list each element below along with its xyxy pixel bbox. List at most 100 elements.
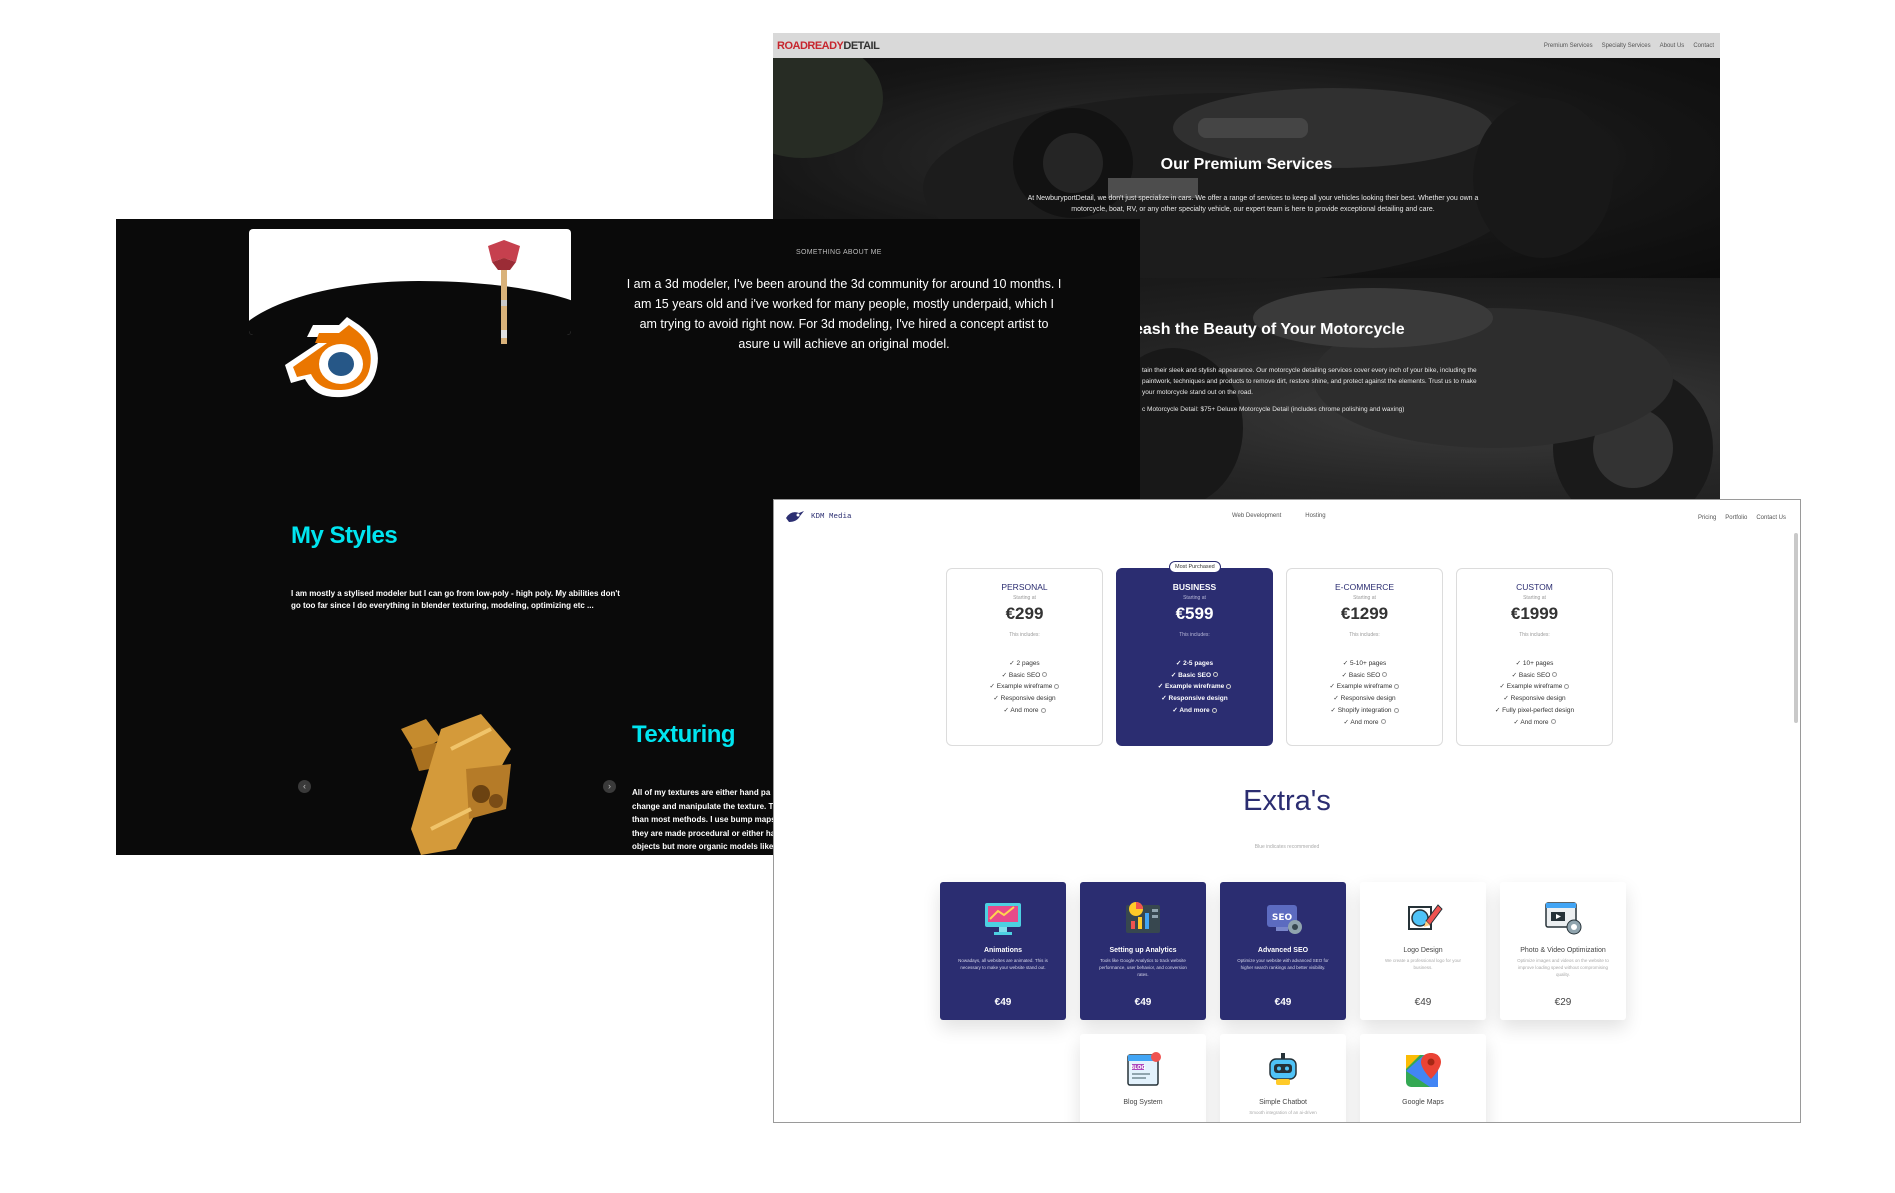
- svg-text:SEO: SEO: [1272, 913, 1293, 923]
- plan-includes-label: This includes:: [1179, 632, 1210, 638]
- extra-card-animations[interactable]: Animations Nowadays, all websites are an…: [940, 882, 1066, 1020]
- plan-feature: ✓ 2-5 pages: [1175, 660, 1214, 667]
- plan-includes-label: This includes:: [1519, 632, 1550, 638]
- extra-name: Google Maps: [1402, 1099, 1444, 1106]
- plan-feature: ✓ Basic SEO: [1457, 670, 1612, 682]
- seo-gear-icon: SEO: [1267, 905, 1302, 934]
- nav-pricing[interactable]: Pricing: [1698, 515, 1716, 521]
- texturing-line: change and manipulate the texture. The: [632, 801, 783, 811]
- nav-contact-us[interactable]: Contact Us: [1756, 515, 1786, 521]
- nav-specialty-services[interactable]: Specialty Services: [1602, 43, 1651, 49]
- plan-feature: ✓ Example wireframe: [1287, 681, 1442, 693]
- plan-feature: ✓ Basic SEO: [947, 670, 1102, 682]
- info-icon[interactable]: [1564, 684, 1570, 690]
- nav-hosting[interactable]: Hosting: [1305, 513, 1325, 519]
- nav-center-links: Web Development Hosting: [1232, 513, 1326, 519]
- logo-part-red: ROADREADY: [777, 39, 844, 52]
- wooden-model-render: [401, 714, 511, 855]
- plan-includes-label: This includes:: [1009, 632, 1040, 638]
- brand-logo[interactable]: ROADREADYDETAIL: [777, 39, 880, 52]
- plan-name: PERSONAL: [1001, 582, 1048, 592]
- info-icon[interactable]: [1380, 719, 1386, 725]
- blender-logo-icon: [285, 317, 378, 398]
- texturing-heading: Texturing: [632, 721, 736, 748]
- extra-card-advanced-seo[interactable]: SEO Advanced SEO Optimize your website w…: [1220, 882, 1346, 1020]
- info-icon[interactable]: [1054, 684, 1060, 690]
- plan-includes-label: This includes:: [1349, 632, 1380, 638]
- brand-logo[interactable]: KDM Media: [785, 510, 852, 524]
- extra-card-analytics[interactable]: Setting up Analytics Tools like Google A…: [1080, 882, 1206, 1020]
- info-icon[interactable]: [1040, 707, 1046, 713]
- extra-name: Animations: [983, 947, 1023, 954]
- info-icon[interactable]: [1211, 707, 1217, 713]
- extra-card-logo-design[interactable]: Logo Design We create a professional log…: [1360, 882, 1486, 1020]
- texturing-line: than most methods. I use bump maps: [632, 815, 776, 824]
- screenshot-collage: ROADREADYDETAIL Premium Services Special…: [0, 0, 1895, 1193]
- plan-price: €1999: [1510, 604, 1559, 623]
- plan-card-business[interactable]: Most Purchased BUSINESS Starting at €599…: [1116, 561, 1273, 746]
- extra-description: We create a professional logo for your b…: [1385, 958, 1461, 970]
- extra-card-simple-chatbot[interactable]: Simple Chatbot Smooth integration of an …: [1220, 1034, 1346, 1122]
- plan-from-label: Starting at: [1013, 595, 1036, 601]
- plan-feature: ✓ Responsive design: [993, 695, 1056, 703]
- kdm-logo-icon: [786, 511, 804, 522]
- extras-subtitle: Blue indicates recommended: [1254, 844, 1320, 850]
- texturing-line: All of my textures are either hand pa: [632, 788, 771, 797]
- nav-portfolio[interactable]: Portfolio: [1725, 515, 1747, 521]
- plan-feature: ✓ And more: [1457, 717, 1612, 729]
- nav-web-development[interactable]: Web Development: [1232, 513, 1281, 519]
- info-icon[interactable]: [1394, 684, 1400, 690]
- plan-price: €599: [1175, 604, 1214, 623]
- extra-name: Setting up Analytics: [1109, 947, 1177, 954]
- most-purchased-badge: Most Purchased: [1169, 561, 1221, 573]
- carousel-next-button[interactable]: ›: [603, 780, 616, 793]
- plan-feature: ✓ Shopify integration: [1287, 705, 1442, 717]
- plan-feature: ✓ Basic SEO: [1117, 670, 1272, 682]
- extra-description: Optimize your website with advanced SEO …: [1237, 958, 1329, 970]
- kdm-media-window: KDM Media Web Development Hosting Pricin…: [773, 499, 1801, 1123]
- info-icon[interactable]: [1552, 672, 1558, 678]
- top-navbar: KDM Media Web Development Hosting Pricin…: [774, 500, 1800, 532]
- extra-card-blog-system[interactable]: BLOG Blog System: [1080, 1034, 1206, 1122]
- info-icon[interactable]: [1550, 719, 1556, 725]
- nav-about-us[interactable]: About Us: [1660, 43, 1685, 49]
- extra-description: Tools like Google Analytics to track web…: [1099, 958, 1187, 977]
- svg-text:BLOG: BLOG: [1130, 1065, 1145, 1071]
- info-icon[interactable]: [1393, 707, 1399, 713]
- photo-video-gear-icon: [1545, 902, 1582, 935]
- plan-card-custom[interactable]: CUSTOM Starting at €1999 This includes: …: [1456, 568, 1613, 746]
- plan-features: ✓ 10+ pages ✓ Basic SEO ✓ Example wirefr…: [1457, 658, 1612, 728]
- plan-price: €299: [1005, 604, 1044, 623]
- plan-feature: ✓ Example wireframe: [1457, 681, 1612, 693]
- extra-name: Blog System: [1123, 1099, 1163, 1106]
- styles-text: I am mostly a stylised modeler but I can…: [291, 589, 620, 610]
- analytics-chart-icon: [1126, 902, 1160, 933]
- extra-name: Advanced SEO: [1257, 947, 1309, 954]
- extra-price: €49: [994, 997, 1012, 1008]
- plan-card-personal[interactable]: PERSONAL Starting at €299 This includes:…: [946, 568, 1103, 746]
- plan-feature: ✓ 2 pages: [1009, 660, 1040, 667]
- info-icon[interactable]: [1382, 672, 1388, 678]
- info-icon[interactable]: [1226, 684, 1232, 690]
- plan-feature: ✓ Responsive design: [1161, 695, 1228, 703]
- carousel-prev-button[interactable]: ‹: [298, 780, 311, 793]
- blog-icon: BLOG: [1127, 1052, 1161, 1086]
- styles-heading: My Styles: [291, 522, 398, 549]
- extra-price: €49: [1414, 997, 1432, 1008]
- texturing-line: objects but more organic models like hu: [632, 842, 786, 851]
- extra-price: €29: [1554, 997, 1572, 1008]
- info-icon[interactable]: [1042, 672, 1048, 678]
- plan-features: ✓ 5-10+ pages ✓ Basic SEO ✓ Example wire…: [1287, 658, 1442, 728]
- nav-premium-services[interactable]: Premium Services: [1544, 43, 1593, 49]
- plan-feature: ✓ And more: [1117, 705, 1272, 717]
- extra-description: Smooth integration of an ai-driven: [1249, 1110, 1317, 1115]
- fire-axe-model: [488, 240, 520, 344]
- plan-feature: ✓ Responsive design: [1503, 695, 1566, 703]
- plan-card-ecommerce[interactable]: E-COMMERCE Starting at €1299 This includ…: [1286, 568, 1443, 746]
- google-maps-icon: [1406, 1053, 1441, 1087]
- info-icon[interactable]: [1213, 672, 1219, 678]
- extra-card-photo-video-optimization[interactable]: Photo & Video Optimization Optimize imag…: [1500, 882, 1626, 1020]
- nav-contact[interactable]: Contact: [1693, 43, 1714, 49]
- extra-card-google-maps[interactable]: Google Maps: [1360, 1034, 1486, 1122]
- scrollbar-thumb[interactable]: [1794, 533, 1798, 723]
